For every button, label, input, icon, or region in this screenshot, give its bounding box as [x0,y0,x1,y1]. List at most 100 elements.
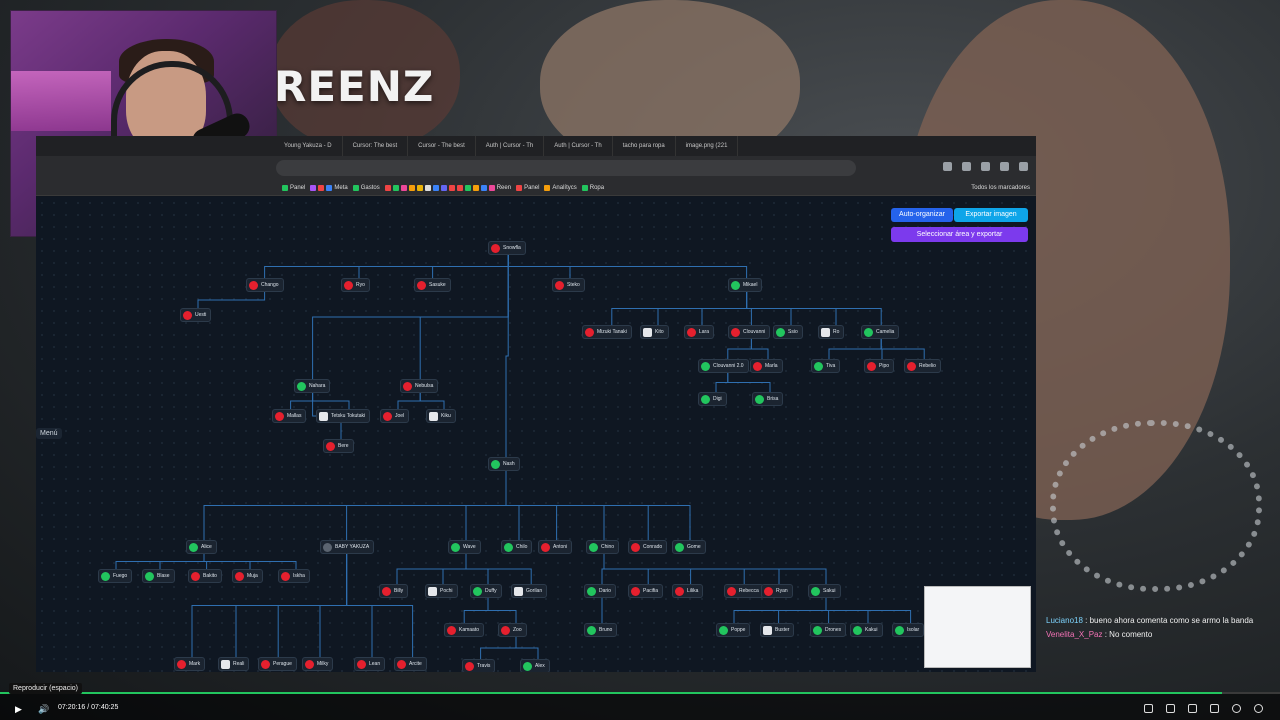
miniplayer-icon[interactable] [1166,704,1175,713]
speed-icon[interactable] [1232,704,1241,713]
tree-node[interactable]: Kakui [850,623,883,637]
tree-node[interactable]: Gome [672,540,706,554]
tree-node[interactable]: Alex [520,659,550,672]
tree-node[interactable]: Rebecca [724,584,764,598]
tree-node[interactable]: Iskha [278,569,310,583]
tree-node[interactable]: Camelia [861,325,900,339]
tree-node[interactable]: Reali [218,657,250,671]
tree-node[interactable]: Steko [552,278,585,292]
tree-node[interactable]: Uesti [180,308,212,322]
tree-node[interactable]: Nash [488,457,520,471]
all-bookmarks-folder[interactable]: Todos los marcadores [971,180,1030,196]
tree-node[interactable]: Rebelio [904,359,941,373]
export-image-button[interactable]: Exportar imagen [954,208,1028,222]
profile-icon[interactable] [1000,162,1009,171]
tree-node[interactable]: Pipo [864,359,895,373]
browser-tab[interactable]: Cursor - The best [408,136,476,156]
tree-node[interactable]: Ssio [773,325,803,339]
tree-node[interactable]: Pacifia [628,584,664,598]
tree-node[interactable]: Arcite [394,657,427,671]
tree-node[interactable]: Kamaato [444,623,485,637]
tree-node[interactable]: Alice [186,540,217,554]
tree-node[interactable]: Travis [462,659,496,672]
select-area-export-button[interactable]: Seleccionar área y exportar [891,227,1028,242]
bookmark-item[interactable]: Analítycs [544,184,577,191]
tree-node[interactable]: Drones [810,623,847,637]
tree-node[interactable]: Dario [584,584,616,598]
bookmark-item[interactable]: Ropa [581,184,604,191]
tree-node[interactable]: Duffy [470,584,502,598]
tree-node[interactable]: Milky [302,657,334,671]
bookmark-item[interactable]: Panel [516,184,539,191]
tree-node[interactable]: Isolar [892,623,925,637]
tree-node[interactable]: Poppe [716,623,751,637]
tree-node[interactable]: Tiva [811,359,841,373]
tree-node[interactable]: Bere [323,439,354,453]
tree-node[interactable]: Snowfla [488,241,526,255]
more-icon[interactable] [1019,162,1028,171]
volume-icon[interactable]: 🔊 [38,704,49,715]
tree-node[interactable]: Buster [760,623,795,637]
bookmark-item[interactable]: Panel [282,184,305,191]
tree-node[interactable]: BABY YAKUZA [320,540,375,554]
play-icon[interactable]: ▶ [15,704,22,715]
tree-node[interactable]: Joel [380,409,410,423]
tree-node[interactable]: Mallas [272,409,307,423]
captions-icon[interactable] [1144,704,1153,713]
tree-node[interactable]: Nebulsa [400,379,439,393]
tree-node[interactable]: Mizuki Tanaki [582,325,632,339]
tree-node[interactable]: Kito [640,325,669,339]
tree-node[interactable]: Brisa [752,392,784,406]
tree-node[interactable]: Fuego [98,569,133,583]
tree-node[interactable]: Clouvanni [728,325,771,339]
tree-node[interactable]: Gorilan [511,584,548,598]
browser-tab[interactable]: Auth | Cursor - Th [476,136,545,156]
address-input[interactable] [276,160,856,176]
tree-node[interactable]: Tetsku Tokutaki [316,409,371,423]
tree-node[interactable]: Pochi [425,584,458,598]
family-tree-canvas[interactable]: Snowfla Chango Ryo Sasuke Steko Mikael Uesti Mi… [36,197,1036,672]
tree-node[interactable]: Nahara [294,379,331,393]
tree-node[interactable]: Mikael [728,278,763,292]
download-icon[interactable] [981,162,990,171]
tree-node[interactable]: Sakui [808,584,841,598]
menu-button[interactable]: Menú [36,428,62,439]
tree-node[interactable]: Wave [448,540,481,554]
browser-tab[interactable]: Young Yakuza - D [274,136,343,156]
tree-node[interactable]: Kiku [426,409,456,423]
browser-tab[interactable]: Auth | Cursor - Th [544,136,613,156]
extension-icon[interactable] [962,162,971,171]
tree-node[interactable]: Muja [232,569,263,583]
auto-organize-button[interactable]: Auto-organizar [891,208,953,222]
tree-node[interactable]: Ro [818,325,845,339]
tree-node[interactable]: Mark [174,657,206,671]
browser-tab[interactable]: image.png (221 [676,136,739,156]
star-icon[interactable] [943,162,952,171]
tree-node[interactable]: Lean [354,657,386,671]
tree-node[interactable]: Lara [684,325,715,339]
tree-node[interactable]: Chilo [501,540,533,554]
tree-node[interactable]: Zoo [498,623,527,637]
tree-node[interactable]: Antoni [538,540,573,554]
tree-node[interactable]: Sasuke [414,278,451,292]
tree-node[interactable]: Billy [379,584,409,598]
tree-node[interactable]: Ryan [761,584,793,598]
tree-node[interactable]: Marla [750,359,783,373]
tree-node[interactable]: Chango [246,278,284,292]
theater-mode-icon[interactable] [1188,704,1197,713]
tree-node[interactable]: Bruno [584,623,618,637]
settings-gear-icon[interactable] [1254,704,1263,713]
bookmark-item[interactable]: Gastos [352,184,380,191]
tree-node[interactable]: Digi [698,392,727,406]
browser-tab[interactable]: tacho para ropa [613,136,676,156]
tree-node[interactable]: Ryo [341,278,370,292]
tree-node[interactable]: Bakito [188,569,222,583]
tree-node[interactable]: Clouvanni 2.0 [698,359,749,373]
minimap[interactable] [924,586,1031,668]
fullscreen-icon[interactable] [1210,704,1219,713]
browser-tab[interactable]: Cursor: The best [343,136,409,156]
tree-node[interactable]: Lilika [672,584,704,598]
tree-node[interactable]: Conrado [628,540,668,554]
tree-node[interactable]: Perague [258,657,297,671]
tree-node[interactable]: Blase [142,569,175,583]
